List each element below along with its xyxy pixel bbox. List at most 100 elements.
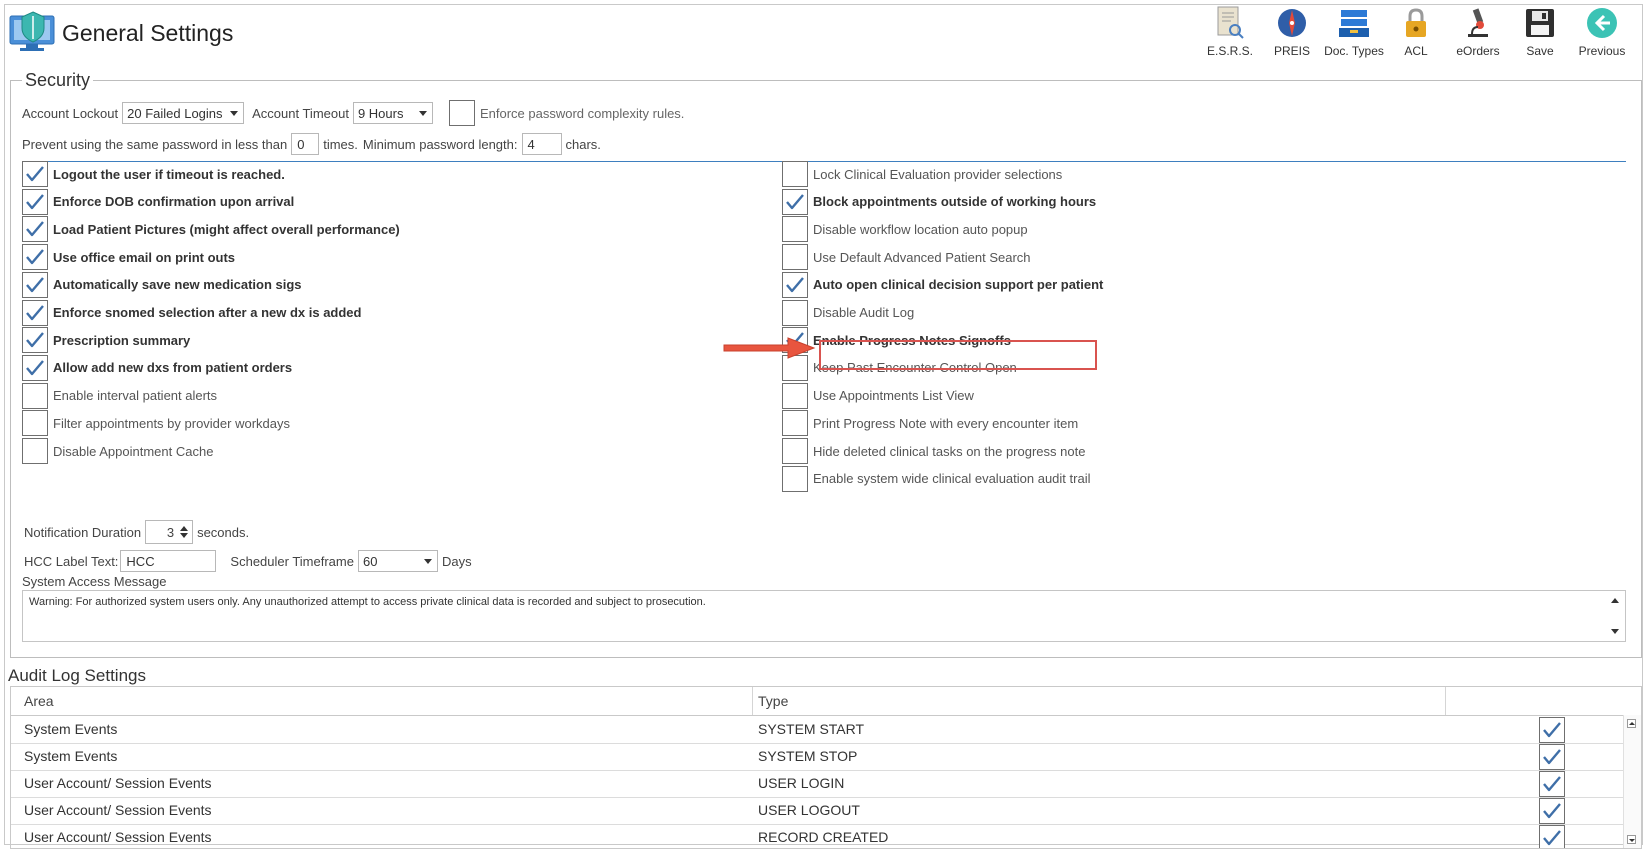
hcc-input[interactable]: HCC	[120, 550, 217, 572]
table-row[interactable]: User Account/ Session Events USER LOGIN	[11, 769, 1624, 798]
audit-enabled-checkbox[interactable]	[1539, 744, 1565, 770]
checkbox-label: Hide deleted clinical tasks on the progr…	[813, 443, 1086, 459]
account-timeout-select[interactable]: 9 Hours	[352, 102, 433, 124]
checkbox[interactable]	[782, 188, 808, 215]
checkbox-label: Use office email on print outs	[53, 249, 236, 265]
type-cell: SYSTEM STOP	[758, 748, 858, 764]
audit-enabled-checkbox[interactable]	[1539, 798, 1565, 824]
grid-scrollbar[interactable]	[1623, 715, 1641, 848]
esrs-button[interactable]: E.S.R.S.	[1199, 6, 1261, 62]
checkbox[interactable]	[22, 188, 48, 215]
checkbox-row-automatically-save-new-medication-sigs[interactable]: Automatically save new medication sigs	[22, 271, 302, 298]
checkmark-icon	[785, 193, 805, 211]
save-label: Save	[1526, 44, 1554, 58]
checkbox[interactable]	[22, 244, 48, 271]
checkbox-row-block-appointments-outside-of-working-hours[interactable]: Block appointments outside of working ho…	[782, 188, 1096, 215]
type-column-header[interactable]: Type	[758, 693, 788, 709]
audit-enabled-checkbox[interactable]	[1539, 771, 1565, 797]
checkmark-icon	[25, 165, 45, 183]
checkmark-icon	[25, 276, 45, 294]
checkbox[interactable]	[22, 161, 48, 187]
checkbox[interactable]	[22, 410, 48, 437]
checkbox-row-disable-audit-log[interactable]: Disable Audit Log	[782, 299, 915, 326]
checkbox-row-logout-the-user-if-timeout-is-reached[interactable]: Logout the user if timeout is reached.	[22, 161, 285, 187]
scroll-up-icon[interactable]	[1627, 719, 1636, 728]
checkbox-row-enforce-dob-confirmation-upon-arrival[interactable]: Enforce DOB confirmation upon arrival	[22, 188, 294, 215]
lockout-row: Account Lockout 20 Failed Logins Account…	[22, 100, 684, 126]
min-length-input[interactable]: 4	[521, 133, 562, 155]
checkbox-row-use-office-email-on-print-outs[interactable]: Use office email on print outs	[22, 244, 236, 271]
audit-log-grid: Area Type System Events SYSTEM START Syste…	[10, 686, 1642, 849]
access-message-text: Warning: For authorized system users onl…	[29, 596, 706, 608]
checkbox[interactable]	[782, 438, 808, 464]
checkbox-row-enable-system-wide-clinical-evaluation-audit-trail[interactable]: Enable system wide clinical evaluation a…	[782, 465, 1090, 492]
checkbox[interactable]	[782, 382, 808, 409]
checkbox-row-filter-appointments-by-provider-workdays[interactable]: Filter appointments by provider workdays	[22, 410, 290, 437]
chevron-down-icon	[230, 111, 239, 116]
checkbox[interactable]	[782, 244, 808, 271]
checkbox-row-lock-clinical-evaluation-provider-selections[interactable]: Lock Clinical Evaluation provider select…	[782, 161, 1062, 187]
checkbox[interactable]	[782, 410, 808, 437]
checkbox-label: Auto open clinical decision support per …	[813, 277, 1104, 293]
stepper-up-icon[interactable]	[180, 526, 189, 531]
checkbox-row-use-appointments-list-view[interactable]: Use Appointments List View	[782, 382, 974, 409]
checkbox[interactable]	[22, 354, 48, 381]
checkbox-row-enable-interval-patient-alerts[interactable]: Enable interval patient alerts	[22, 382, 217, 409]
table-row[interactable]: User Account/ Session Events RECORD CREAT…	[11, 823, 1624, 848]
table-row[interactable]: System Events SYSTEM STOP	[11, 742, 1624, 771]
table-row[interactable]: System Events SYSTEM START	[11, 715, 1624, 744]
checkbox[interactable]	[782, 271, 808, 298]
checkbox-row-disable-appointment-cache[interactable]: Disable Appointment Cache	[22, 438, 213, 464]
scroll-down-icon[interactable]	[1611, 629, 1619, 634]
checkbox[interactable]	[782, 465, 808, 492]
checkbox[interactable]	[22, 299, 48, 326]
checkbox-row-auto-open-clinical-decision-support-per-patient[interactable]: Auto open clinical decision support per …	[782, 271, 1104, 298]
notification-duration-stepper[interactable]: 3	[145, 520, 194, 544]
checkbox-row-prescription-summary[interactable]: Prescription summary	[22, 327, 190, 354]
eorders-button[interactable]: eOrders	[1447, 6, 1509, 62]
checkbox-row-use-default-advanced-patient-search[interactable]: Use Default Advanced Patient Search	[782, 244, 1031, 271]
scroll-down-icon[interactable]	[1627, 835, 1636, 844]
checkbox-row-print-progress-note-with-every-encounter-item[interactable]: Print Progress Note with every encounter…	[782, 410, 1078, 437]
checkbox[interactable]	[22, 271, 48, 298]
preis-button[interactable]: PREIS	[1261, 6, 1323, 62]
enforce-complexity-checkbox[interactable]	[448, 100, 475, 126]
scheduler-timeframe-select[interactable]: 60	[357, 550, 438, 572]
audit-enabled-checkbox[interactable]	[1539, 825, 1565, 848]
prevent-reuse-input[interactable]: 0	[291, 133, 320, 155]
checkbox[interactable]	[22, 327, 48, 354]
acl-button[interactable]: ACL	[1385, 6, 1447, 62]
padlock-icon	[1399, 6, 1433, 40]
app-logo-icon	[8, 10, 58, 52]
checkbox-row-allow-add-new-dxs-from-patient-orders[interactable]: Allow add new dxs from patient orders	[22, 354, 292, 381]
pointer-arrow-icon	[722, 335, 820, 366]
checkbox-label: Disable Audit Log	[813, 305, 915, 320]
area-cell: User Account/ Session Events	[24, 802, 212, 818]
checkbox[interactable]	[782, 161, 808, 187]
checkbox-row-disable-workflow-location-auto-popup[interactable]: Disable workflow location auto popup	[782, 216, 1028, 243]
area-column-header[interactable]: Area	[24, 693, 54, 709]
password-row: Prevent using the same password in less …	[22, 133, 601, 155]
checkbox[interactable]	[22, 438, 48, 464]
checkbox-row-hide-deleted-clinical-tasks-on-the-progress-note[interactable]: Hide deleted clinical tasks on the progr…	[782, 438, 1085, 464]
area-cell: User Account/ Session Events	[24, 775, 212, 791]
access-message-textarea[interactable]: Warning: For authorized system users onl…	[22, 590, 1626, 642]
scroll-up-icon[interactable]	[1611, 598, 1619, 603]
checkbox-row-enforce-snomed-selection-after-a-new-dx-is-added[interactable]: Enforce snomed selection after a new dx …	[22, 299, 361, 326]
document-stack-icon	[1337, 6, 1371, 40]
checkbox[interactable]	[22, 216, 48, 243]
account-lockout-select[interactable]: 20 Failed Logins	[122, 102, 245, 124]
doc-types-button[interactable]: Doc. Types	[1323, 6, 1385, 62]
checkbox[interactable]	[22, 382, 48, 409]
save-button[interactable]: Save	[1509, 6, 1571, 62]
audit-enabled-checkbox[interactable]	[1539, 717, 1565, 743]
checkbox-row-load-patient-pictures-might-affect-overall-performance[interactable]: Load Patient Pictures (might affect over…	[22, 216, 400, 243]
previous-button[interactable]: Previous	[1571, 6, 1633, 62]
checkmark-icon	[25, 248, 45, 266]
checkbox[interactable]	[782, 299, 808, 326]
type-cell: USER LOGOUT	[758, 802, 860, 818]
table-row[interactable]: User Account/ Session Events USER LOGOUT	[11, 796, 1624, 825]
stepper-down-icon[interactable]	[180, 533, 189, 538]
checkbox[interactable]	[782, 216, 808, 243]
acl-label: ACL	[1404, 44, 1428, 58]
